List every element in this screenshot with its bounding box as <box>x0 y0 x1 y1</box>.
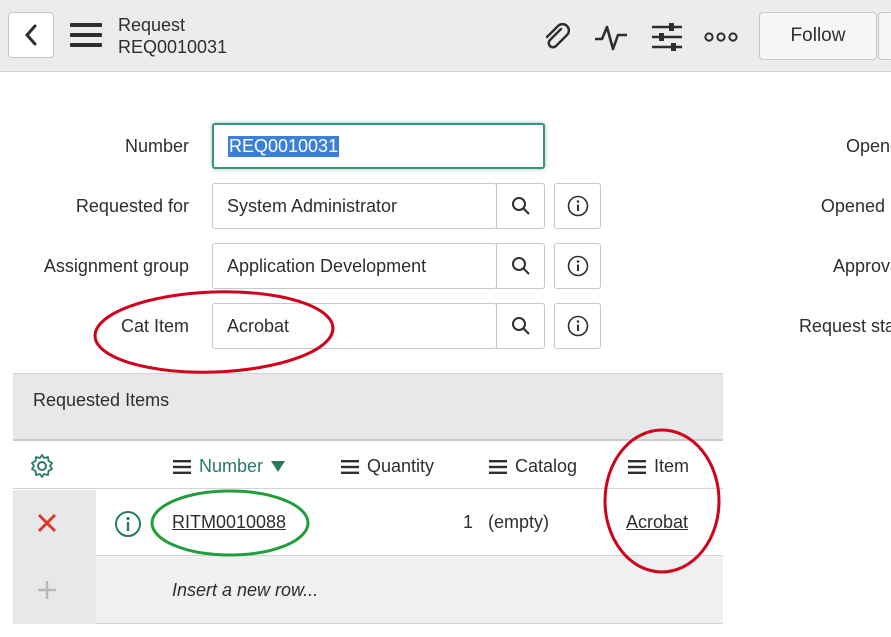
assignment-group-field[interactable]: Application Development <box>212 243 497 289</box>
back-button[interactable] <box>8 12 54 58</box>
sliders-icon[interactable] <box>650 20 684 54</box>
cat-item-lookup-button[interactable] <box>496 303 545 349</box>
cat-item-value: Acrobat <box>227 315 290 336</box>
requested-for-field[interactable]: System Administrator <box>212 183 497 229</box>
search-icon <box>511 197 530 215</box>
form-header: Request REQ0010031 Follow <box>0 0 891 72</box>
row-number-link[interactable]: RITM0010088 <box>172 512 286 533</box>
assignment-group-value: Application Development <box>227 255 427 276</box>
record-table-name: Request <box>118 15 186 35</box>
delete-icon[interactable] <box>37 513 57 538</box>
opened-by-label: Opened b <box>820 196 891 216</box>
insert-row[interactable]: Insert a new row... <box>13 556 723 624</box>
paperclip-icon[interactable] <box>540 20 574 54</box>
info-icon <box>567 195 588 217</box>
row-info-icon[interactable] <box>114 510 142 543</box>
info-icon <box>567 315 588 337</box>
column-menu-icon[interactable] <box>341 459 359 474</box>
requested-for-info-button[interactable] <box>554 183 601 229</box>
more-icon[interactable] <box>704 20 738 54</box>
approval-label: Approva <box>832 256 891 276</box>
requested-for-value: System Administrator <box>227 195 398 216</box>
cat-item-info-button[interactable] <box>554 303 601 349</box>
number-value: REQ0010031 <box>228 135 340 157</box>
requested-for-lookup-button[interactable] <box>496 183 545 229</box>
assignment-group-info-button[interactable] <box>554 243 601 289</box>
cat-item-label: Cat Item <box>120 316 189 336</box>
follow-button[interactable]: Follow <box>759 12 877 60</box>
hamburger-icon[interactable] <box>70 22 102 48</box>
follow-dropdown-button[interactable] <box>878 12 891 60</box>
related-list-title: Requested Items <box>33 390 170 410</box>
column-quantity[interactable]: Quantity <box>341 456 434 477</box>
row-gutter <box>13 490 96 556</box>
column-catalog[interactable]: Catalog <box>489 456 577 477</box>
insert-row-label: Insert a new row... <box>172 580 319 600</box>
column-menu-icon[interactable] <box>628 459 646 474</box>
activity-icon[interactable] <box>594 20 628 54</box>
number-label: Number <box>124 136 189 156</box>
record-number: REQ0010031 <box>118 37 228 57</box>
assignment-group-label: Assignment group <box>43 256 189 276</box>
column-menu-icon[interactable] <box>489 459 507 474</box>
info-icon <box>567 255 588 277</box>
cat-item-field[interactable]: Acrobat <box>212 303 497 349</box>
back-icon <box>24 24 37 46</box>
column-item-label: Item <box>654 456 690 476</box>
related-list-header: Requested Items <box>13 373 723 439</box>
search-icon <box>511 317 530 335</box>
column-number[interactable]: Number <box>173 456 286 477</box>
requested-for-label: Requested for <box>75 196 189 216</box>
column-quantity-label: Quantity <box>367 456 435 476</box>
row-catalog: (empty) <box>488 512 550 532</box>
table-row: RITM0010088 1 (empty) Acrobat <box>13 490 723 556</box>
insert-row-gutter <box>13 556 96 624</box>
row-quantity: 1 <box>462 512 473 532</box>
sort-descending-icon <box>271 460 286 472</box>
column-number-label: Number <box>199 456 264 476</box>
record-title: Request REQ0010031 <box>118 14 227 58</box>
number-field[interactable]: REQ0010031 <box>212 123 545 169</box>
request-state-label: Request stat <box>798 316 891 336</box>
column-catalog-label: Catalog <box>515 456 578 476</box>
assignment-group-lookup-button[interactable] <box>496 243 545 289</box>
add-icon[interactable] <box>37 580 57 605</box>
column-item[interactable]: Item <box>628 456 689 477</box>
opened-label: Opene <box>845 136 891 156</box>
row-item-link[interactable]: Acrobat <box>626 512 688 533</box>
search-icon <box>511 257 530 275</box>
column-menu-icon[interactable] <box>173 459 191 474</box>
gear-icon[interactable] <box>29 453 55 484</box>
related-list-column-header: Number Quantity Catalog Item <box>13 439 723 489</box>
